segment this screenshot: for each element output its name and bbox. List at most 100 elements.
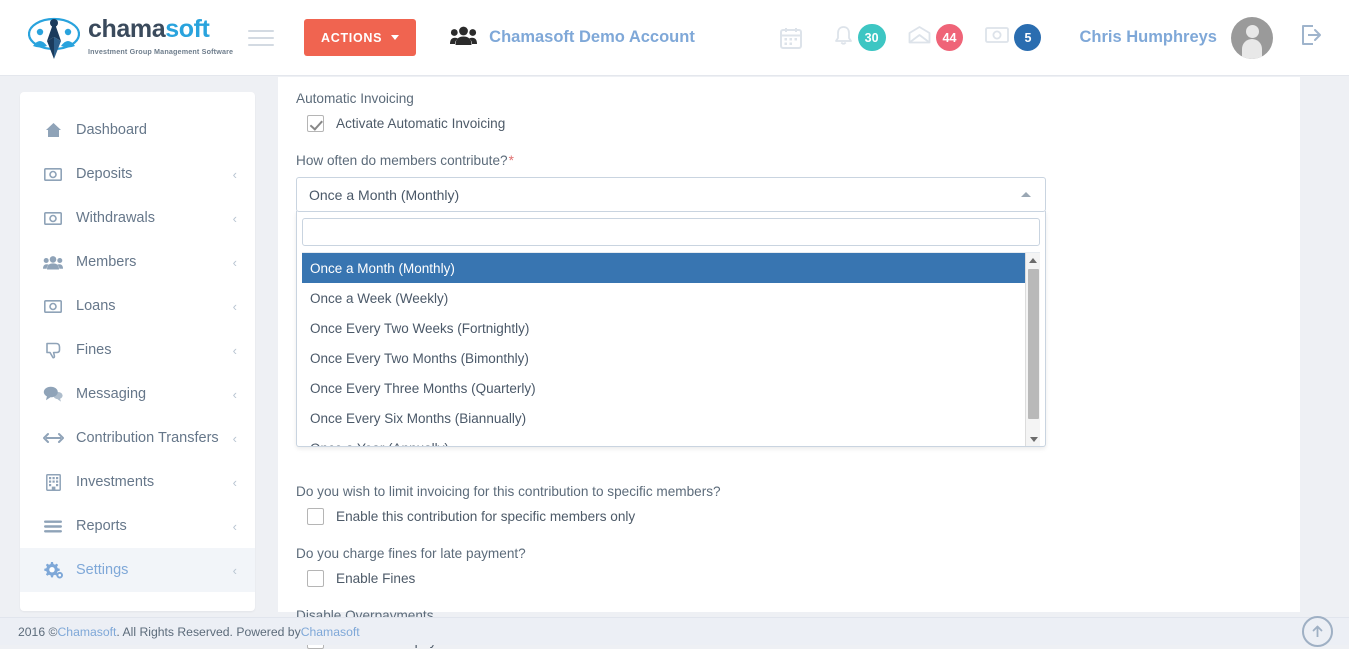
gears-icon [42, 562, 64, 579]
sidebar-item-withdrawals[interactable]: Withdrawals‹ [20, 196, 255, 240]
sidebar-item-deposits[interactable]: Deposits‹ [20, 152, 255, 196]
top-header: chamasoft Investment Group Management So… [0, 0, 1349, 76]
chevron-left-icon: ‹ [233, 344, 237, 357]
enable-fines-label[interactable]: Enable Fines [336, 571, 415, 586]
thumbs-down-icon [42, 342, 64, 359]
money-icon [42, 168, 64, 181]
envelope-icon [908, 26, 931, 49]
building-icon [42, 474, 64, 491]
fines-heading: Do you charge fines for late payment? [296, 546, 1300, 561]
chevron-left-icon: ‹ [233, 256, 237, 269]
frequency-question-text: How often do members contribute? [296, 153, 508, 168]
chevron-left-icon: ‹ [233, 300, 237, 313]
sidebar-item-label: Deposits [76, 166, 233, 182]
activate-automatic-invoicing-label[interactable]: Activate Automatic Invoicing [336, 116, 505, 131]
frequency-option[interactable]: Once a Year (Annually) [302, 433, 1025, 446]
sidebar-item-label: Loans [76, 298, 233, 314]
footer-link-chamasoft-2[interactable]: Chamasoft [301, 625, 360, 639]
scrollbar-thumb[interactable] [1028, 269, 1039, 419]
notifications-button[interactable]: 30 [834, 24, 886, 51]
frequency-option[interactable]: Once Every Two Weeks (Fortnightly) [302, 313, 1025, 343]
chevron-left-icon: ‹ [233, 168, 237, 181]
limit-invoicing-row[interactable]: Enable this contribution for specific me… [296, 508, 1300, 525]
avatar[interactable] [1231, 17, 1273, 59]
sidebar-item-label: Investments [76, 474, 233, 490]
logo-word-soft: soft [165, 15, 209, 43]
chat-icon [42, 386, 64, 402]
sidebar-item-label: Withdrawals [76, 210, 233, 226]
required-marker: * [509, 153, 514, 168]
footer-link-chamasoft-1[interactable]: Chamasoft [57, 625, 116, 639]
messages-badge: 44 [936, 24, 964, 51]
frequency-search-input[interactable] [302, 218, 1040, 246]
frequency-selected-value: Once a Month (Monthly) [309, 187, 1021, 203]
sidebar-item-investments[interactable]: Investments‹ [20, 460, 255, 504]
notifications-badge: 30 [858, 24, 886, 51]
frequency-dropdown: Once a Month (Monthly)Once a Week (Weekl… [296, 211, 1046, 447]
scroll-down-arrow-icon[interactable] [1026, 432, 1040, 446]
money-icon [42, 212, 64, 225]
account-name: Chamasoft Demo Account [489, 28, 695, 47]
sidebar-item-label: Settings [76, 562, 233, 578]
arrows-icon [42, 432, 64, 444]
chevron-left-icon: ‹ [233, 432, 237, 445]
sidebar-item-settings[interactable]: Settings‹ [20, 548, 255, 592]
activate-automatic-invoicing-checkbox[interactable] [307, 115, 324, 132]
frequency-option[interactable]: Once a Week (Weekly) [302, 283, 1025, 313]
chevron-left-icon: ‹ [233, 388, 237, 401]
chevron-down-icon [391, 35, 399, 40]
contribution-settings-form: Automatic Invoicing Activate Automatic I… [278, 77, 1300, 649]
frequency-select: Once a Month (Monthly) Once a Month (Mon… [296, 177, 1046, 212]
enable-fines-row[interactable]: Enable Fines [296, 570, 1300, 587]
scroll-up-arrow-icon[interactable] [1026, 253, 1040, 268]
frequency-option-list: Once a Month (Monthly)Once a Week (Weekl… [302, 252, 1040, 446]
home-icon [42, 122, 64, 138]
sidebar-item-label: Contribution Transfers [76, 430, 233, 446]
hamburger-icon[interactable] [248, 30, 274, 46]
messages-button[interactable]: 44 [908, 24, 964, 51]
frequency-option[interactable]: Once a Month (Monthly) [302, 253, 1025, 283]
logout-icon[interactable] [1299, 24, 1323, 51]
frequency-option[interactable]: Once Every Six Months (Biannually) [302, 403, 1025, 433]
frequency-option[interactable]: Once Every Three Months (Quarterly) [302, 373, 1025, 403]
sidebar-item-messaging[interactable]: Messaging‹ [20, 372, 255, 416]
sidebar-item-label: Fines [76, 342, 233, 358]
chamasoft-logo-icon [28, 15, 80, 61]
account-switcher[interactable]: Chamasoft Demo Account [450, 25, 695, 51]
enable-fines-checkbox[interactable] [307, 570, 324, 587]
user-name[interactable]: Chris Humphreys [1079, 28, 1217, 47]
calendar-icon[interactable] [780, 27, 802, 49]
chevron-left-icon: ‹ [233, 564, 237, 577]
sidebar-item-label: Dashboard [76, 122, 237, 138]
sidebar-item-loans[interactable]: Loans‹ [20, 284, 255, 328]
sidebar-item-contribution-transfers[interactable]: Contribution Transfers‹ [20, 416, 255, 460]
money-icon [985, 27, 1009, 48]
automatic-invoicing-heading: Automatic Invoicing [296, 91, 1300, 106]
limit-invoicing-label[interactable]: Enable this contribution for specific me… [336, 509, 635, 524]
logo-word-chama: chama [88, 15, 165, 43]
frequency-option[interactable]: Once Every Two Months (Bimonthly) [302, 343, 1025, 373]
chevron-left-icon: ‹ [233, 520, 237, 533]
dropdown-scrollbar[interactable] [1025, 253, 1040, 446]
bars-icon [42, 520, 64, 533]
sidebar-item-fines[interactable]: Fines‹ [20, 328, 255, 372]
chevron-left-icon: ‹ [233, 212, 237, 225]
sidebar-item-label: Reports [76, 518, 233, 534]
scroll-to-top-button[interactable] [1302, 616, 1333, 647]
activate-automatic-invoicing-row[interactable]: Activate Automatic Invoicing [296, 115, 1300, 132]
app-logo[interactable]: chamasoft Investment Group Management So… [28, 15, 224, 61]
limit-invoicing-checkbox[interactable] [307, 508, 324, 525]
payments-badge: 5 [1014, 24, 1041, 51]
actions-button-label: ACTIONS [321, 31, 382, 45]
actions-button[interactable]: ACTIONS [304, 19, 416, 56]
limit-invoicing-heading: Do you wish to limit invoicing for this … [296, 484, 1300, 499]
sidebar-item-members[interactable]: Members‹ [20, 240, 255, 284]
sidebar-item-reports[interactable]: Reports‹ [20, 504, 255, 548]
frequency-select-box[interactable]: Once a Month (Monthly) [296, 177, 1046, 212]
sidebar-item-label: Members [76, 254, 233, 270]
chevron-left-icon: ‹ [233, 476, 237, 489]
payments-button[interactable]: 5 [985, 24, 1041, 51]
footer-text-before: 2016 © [18, 625, 57, 639]
bell-icon [834, 25, 853, 51]
sidebar-item-dashboard[interactable]: Dashboard [20, 108, 255, 152]
